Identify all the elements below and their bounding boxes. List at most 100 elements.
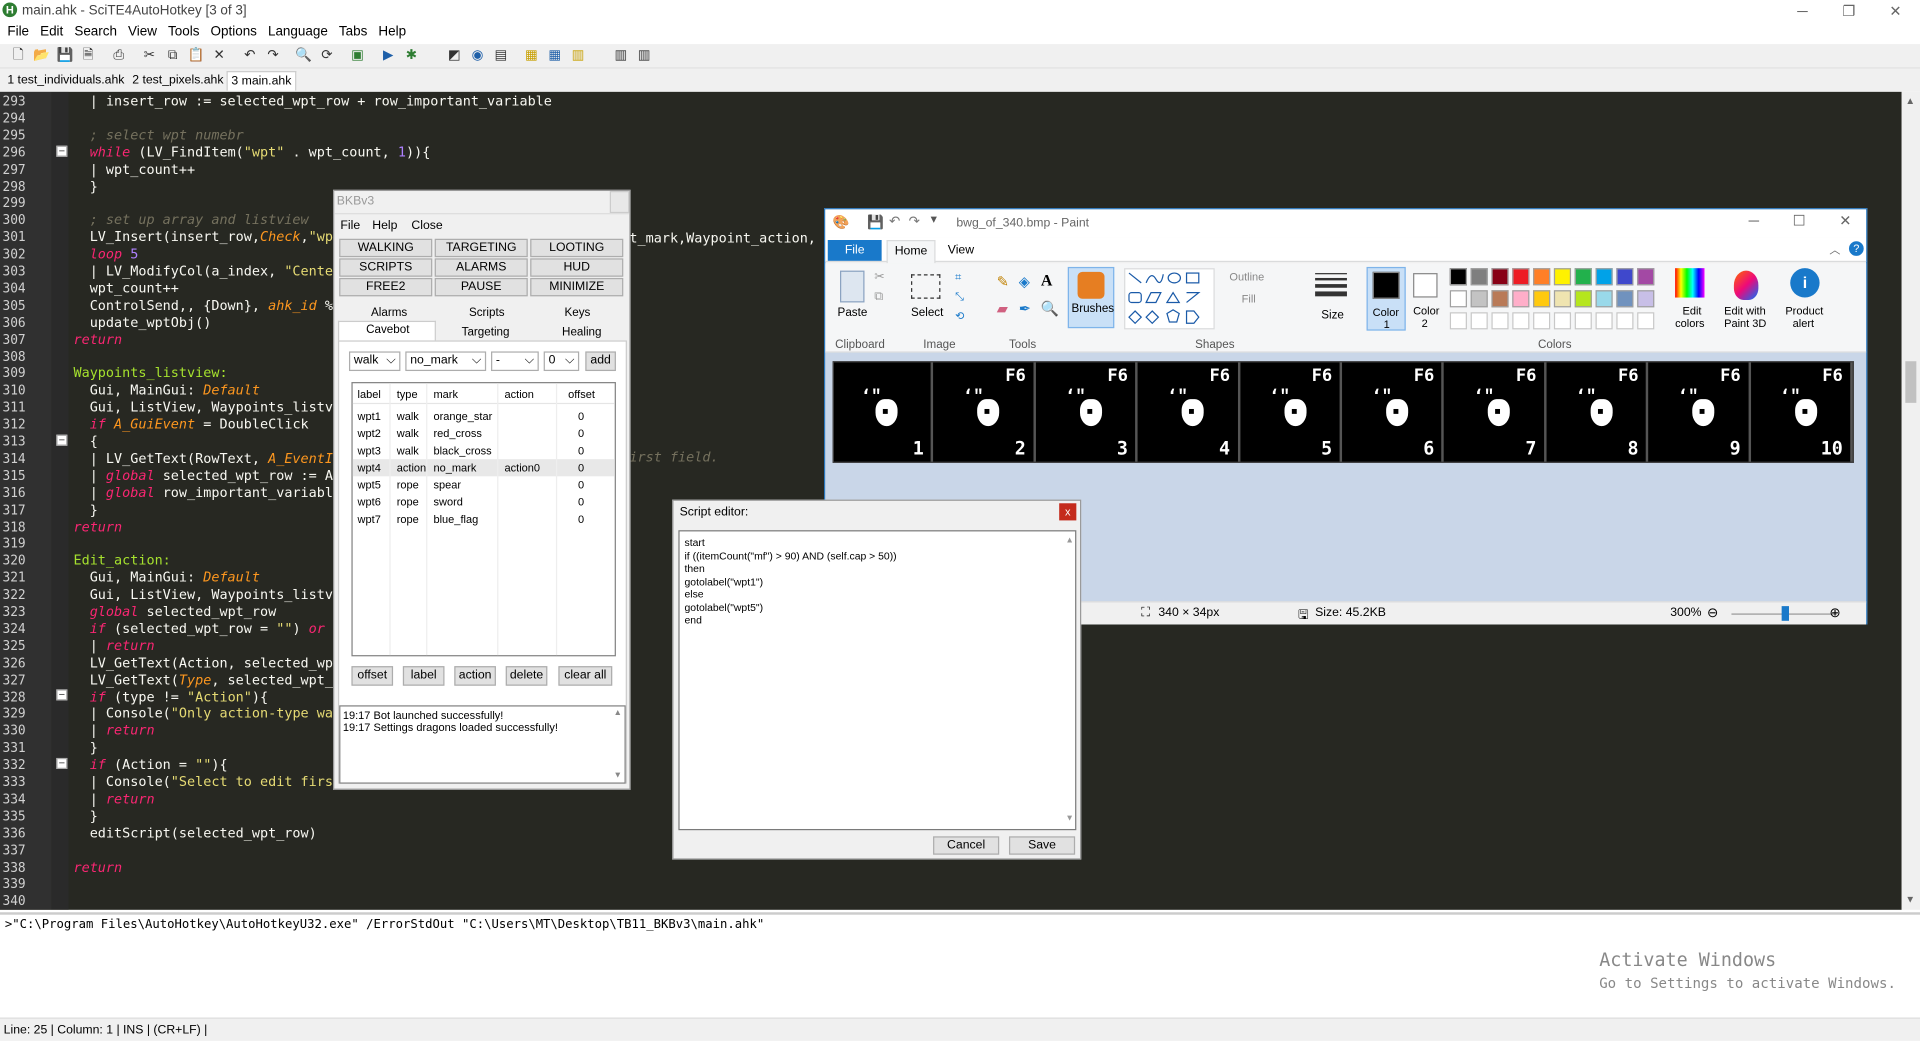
find-icon[interactable]: 🔍: [295, 47, 312, 64]
undo-icon[interactable]: ↶: [241, 47, 258, 64]
palette-swatch[interactable]: [1595, 290, 1613, 308]
tab-test-pixels[interactable]: 2 test_pixels.ahk: [129, 71, 228, 91]
open-file-icon[interactable]: 📂: [33, 47, 50, 64]
menu-options[interactable]: Options: [203, 22, 260, 39]
color2-swatch[interactable]: [1413, 273, 1438, 298]
palette-swatch[interactable]: [1470, 290, 1488, 308]
size-button[interactable]: Size: [1321, 309, 1344, 322]
run-icon[interactable]: ▶: [380, 47, 397, 64]
edit-colors-icon[interactable]: [1675, 268, 1705, 298]
palette-swatch[interactable]: [1533, 290, 1551, 308]
fold-toggle-icon[interactable]: −: [56, 434, 68, 446]
clear-all-button[interactable]: clear all: [558, 666, 613, 686]
mark-dropdown[interactable]: no_mark ⌵: [405, 351, 487, 372]
collapse-ribbon-icon[interactable]: ︿: [1829, 241, 1840, 257]
palette-swatch[interactable]: [1512, 290, 1530, 308]
paste-icon[interactable]: [840, 270, 865, 303]
tab-targeting[interactable]: Targeting: [462, 326, 510, 339]
palette-swatch-empty[interactable]: [1533, 312, 1551, 330]
palette-swatch[interactable]: [1512, 268, 1530, 286]
walking-button[interactable]: WALKING: [339, 238, 433, 258]
fold-toggle-icon[interactable]: −: [56, 689, 68, 701]
palette-swatch[interactable]: [1553, 268, 1572, 286]
tab-alarms[interactable]: Alarms: [371, 306, 407, 319]
paint-minimize-icon[interactable]: ─: [1749, 212, 1759, 229]
palette-swatch[interactable]: [1616, 290, 1634, 308]
resize-icon[interactable]: ⤡: [955, 290, 964, 303]
image-canvas[interactable]: ʻʺ 1 ʻʺ F6 2 ʻʺ F6 3 ʻʺ F6 4 ʻʺ F6 5 ʻʺ F6 6 ʻʺ F6 7 ʻʺ F6 8 ʻʺ…: [832, 361, 1854, 463]
cut-icon[interactable]: ✂: [141, 47, 158, 64]
paste-button[interactable]: Paste: [838, 306, 868, 319]
table-row[interactable]: wpt1 walk orange_star 0: [353, 408, 615, 425]
save-as-icon[interactable]: 🗎: [80, 47, 97, 64]
palette-swatch[interactable]: [1491, 268, 1509, 286]
size-icon[interactable]: [1315, 271, 1347, 298]
palette-swatch[interactable]: [1637, 268, 1655, 286]
color1-button[interactable]: Color 1: [1366, 266, 1406, 331]
column-header[interactable]: offset: [568, 388, 595, 400]
rotate-icon[interactable]: ⟲: [955, 310, 964, 323]
palette-swatch-empty[interactable]: [1574, 312, 1592, 330]
palette-swatch[interactable]: [1595, 268, 1613, 286]
restore-icon[interactable]: ❐: [1828, 0, 1870, 22]
label-button[interactable]: label: [402, 666, 445, 686]
table-row[interactable]: wpt7 rope blue_flag 0: [353, 511, 615, 528]
add-button[interactable]: add: [585, 351, 616, 372]
scroll-down-icon[interactable]: ▼: [1065, 812, 1073, 825]
hud-button[interactable]: HUD: [530, 258, 624, 277]
menu-help[interactable]: Help: [371, 22, 410, 39]
text-icon[interactable]: A: [1041, 271, 1052, 291]
save-button[interactable]: Save: [1008, 836, 1076, 855]
tab-main[interactable]: 3 main.ahk: [226, 71, 297, 91]
offset-button[interactable]: offset: [351, 666, 394, 686]
column-header[interactable]: label: [358, 388, 381, 400]
table-row[interactable]: wpt5 rope spear 0: [353, 476, 615, 493]
palette-swatch-empty[interactable]: [1553, 312, 1572, 330]
menu-edit[interactable]: Edit: [33, 22, 67, 39]
palette-swatch-empty[interactable]: [1449, 312, 1467, 330]
zoom-slider-thumb[interactable]: [1781, 606, 1789, 621]
scripts-button[interactable]: SCRIPTS: [339, 258, 433, 277]
quick-save-icon[interactable]: 💾: [867, 214, 884, 231]
pause-button[interactable]: PAUSE: [434, 277, 528, 297]
color-palette[interactable]: [1449, 268, 1666, 332]
palette-swatch[interactable]: [1449, 290, 1467, 308]
offset-dropdown[interactable]: 0 ⌵: [543, 351, 580, 372]
customize-icon[interactable]: ▾: [931, 213, 937, 226]
tools-icon[interactable]: ▣: [349, 47, 366, 64]
zoom-out-icon[interactable]: ⊖: [1707, 605, 1718, 621]
quick-undo-icon[interactable]: ↶: [889, 213, 900, 229]
help-icon[interactable]: ?: [1848, 241, 1864, 256]
palette-swatch-empty[interactable]: [1512, 312, 1530, 330]
brushes-button[interactable]: Brushes: [1067, 266, 1115, 329]
looting-button[interactable]: LOOTING: [530, 238, 624, 258]
targeting-button[interactable]: TARGETING: [434, 238, 528, 258]
table-row[interactable]: wpt4 action no_mark action0 0: [352, 459, 615, 477]
palette-swatch[interactable]: [1574, 268, 1592, 286]
menu-view[interactable]: View: [121, 22, 161, 39]
bkb-close-icon[interactable]: [609, 191, 630, 214]
paint3d-icon[interactable]: [1733, 270, 1759, 301]
paint-file-tab[interactable]: File: [827, 240, 882, 261]
scroll-down-icon[interactable]: ▼: [614, 771, 622, 780]
palette-swatch[interactable]: [1533, 268, 1551, 286]
outline-dropdown[interactable]: Outline: [1229, 271, 1264, 283]
save-icon[interactable]: 💾: [56, 47, 73, 64]
new-file-icon[interactable]: 🗋: [10, 47, 27, 64]
action-button[interactable]: action: [454, 666, 496, 686]
settings-icon[interactable]: ▥: [569, 47, 586, 64]
print-icon[interactable]: ⎙: [110, 47, 127, 64]
fill-icon[interactable]: ◈: [1019, 273, 1030, 290]
bkb-menu-help[interactable]: Help: [372, 219, 397, 232]
help-globe-icon[interactable]: ◉: [469, 47, 486, 64]
menu-tabs[interactable]: Tabs: [332, 22, 371, 39]
alarms-button[interactable]: ALARMS: [434, 258, 528, 277]
script-textarea[interactable]: ▲ ▼ start if ((itemCount("mf") > 90) AND …: [678, 530, 1077, 831]
output-pane[interactable]: >"C:\Program Files\AutoHotkey\AutoHotkey…: [0, 912, 1920, 1017]
delete-icon[interactable]: ✕: [211, 47, 228, 64]
quick-redo-icon[interactable]: ↷: [909, 213, 920, 229]
tab-cavebot[interactable]: Cavebot: [366, 323, 409, 336]
fill-dropdown[interactable]: Fill: [1242, 293, 1256, 305]
scroll-up-icon[interactable]: ▲: [614, 709, 622, 718]
redo-icon[interactable]: ↷: [264, 47, 281, 64]
